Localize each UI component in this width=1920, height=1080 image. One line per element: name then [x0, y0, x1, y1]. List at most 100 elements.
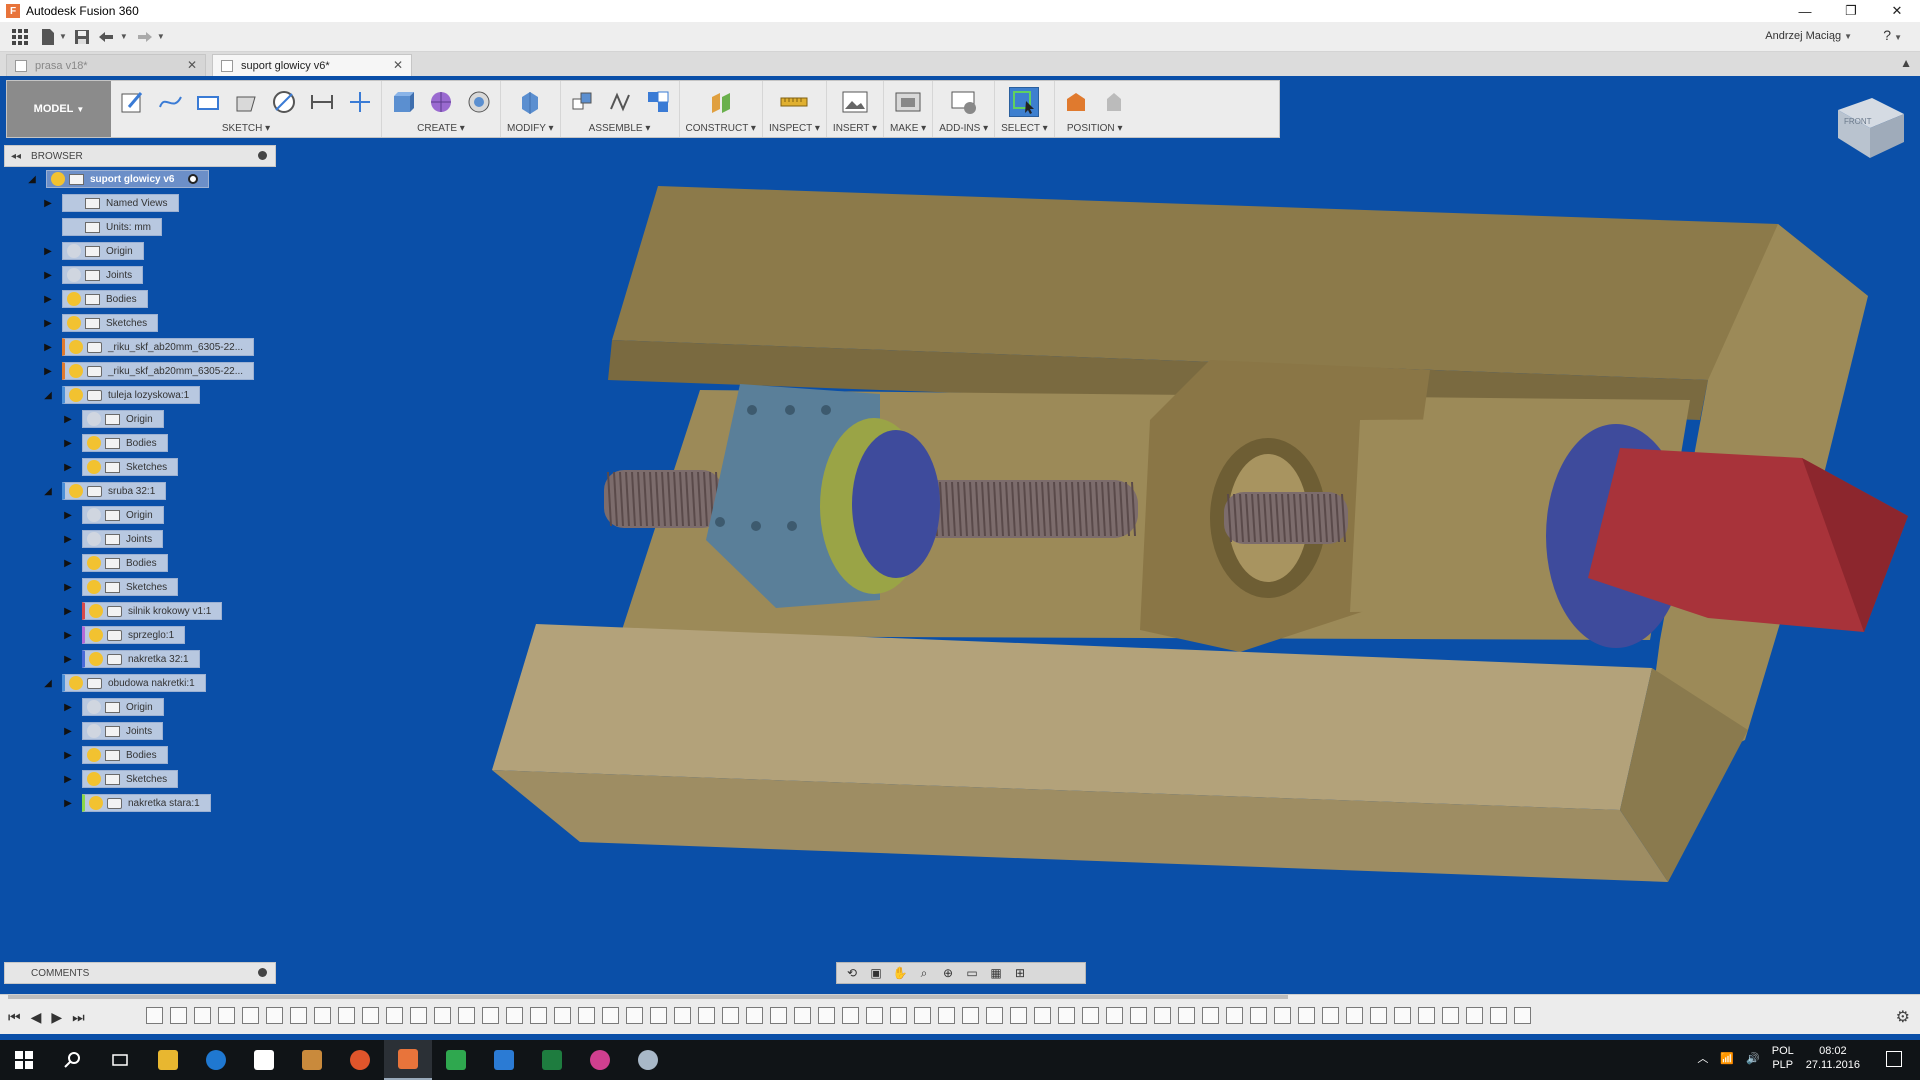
- user-menu[interactable]: Andrzej Maciąg ▼: [1765, 30, 1852, 42]
- press-pull-icon[interactable]: [515, 87, 545, 117]
- browser-node[interactable]: ◢ suport glowicy v6: [26, 170, 210, 188]
- close-tab-icon[interactable]: ✕: [393, 58, 403, 72]
- browser-node-body[interactable]: Joints: [82, 530, 164, 548]
- 3d-print-icon[interactable]: [893, 87, 923, 117]
- timeline-feature[interactable]: [938, 1007, 955, 1024]
- timeline-feature[interactable]: [194, 1007, 211, 1024]
- zoom-icon[interactable]: ⌕: [915, 965, 933, 981]
- browser-node-body[interactable]: Bodies: [62, 290, 148, 308]
- visibility-bulb-icon[interactable]: [89, 604, 103, 618]
- timeline-feature[interactable]: [1178, 1007, 1195, 1024]
- timeline-feature[interactable]: [770, 1007, 787, 1024]
- timeline-feature[interactable]: [818, 1007, 835, 1024]
- clock[interactable]: 08:02 27.11.2016: [1806, 1044, 1860, 1072]
- display-settings-icon[interactable]: ▭: [963, 965, 981, 981]
- visibility-bulb-icon[interactable]: [67, 220, 81, 234]
- go-to-end-icon[interactable]: ⏭: [72, 1009, 85, 1026]
- orbit-icon[interactable]: ⟲: [843, 965, 861, 981]
- group-label-select[interactable]: SELECT ▾: [1001, 123, 1048, 137]
- browser-node[interactable]: ▶ _riku_skf_ab20mm_6305-22...: [42, 362, 255, 380]
- browser-node-body[interactable]: suport glowicy v6: [46, 170, 210, 188]
- visibility-bulb-icon[interactable]: [67, 268, 81, 282]
- timeline-feature[interactable]: [482, 1007, 499, 1024]
- spline-icon[interactable]: [155, 87, 185, 117]
- comments-panel-header[interactable]: COMMENTS: [4, 962, 276, 984]
- browser-node-body[interactable]: Origin: [62, 242, 144, 260]
- volume-icon[interactable]: 🔊: [1746, 1052, 1760, 1065]
- timeline-feature[interactable]: [1154, 1007, 1171, 1024]
- timeline-feature[interactable]: [1034, 1007, 1051, 1024]
- visibility-bulb-icon[interactable]: [89, 652, 103, 666]
- browser-node-body[interactable]: obudowa nakretki:1: [62, 674, 206, 692]
- form-icon[interactable]: [426, 87, 456, 117]
- capture-position-icon[interactable]: [1061, 87, 1091, 117]
- browser-node[interactable]: Units: mm: [42, 218, 162, 236]
- browser-node[interactable]: ▶ Sketches: [62, 458, 179, 476]
- browser-node-body[interactable]: sprzeglo:1: [82, 626, 186, 644]
- browser-node[interactable]: ▶ Origin: [62, 698, 164, 716]
- visibility-bulb-icon[interactable]: [87, 700, 101, 714]
- timeline-feature[interactable]: [530, 1007, 547, 1024]
- browser-node-body[interactable]: Origin: [82, 698, 164, 716]
- restore-button[interactable]: ❐: [1828, 0, 1874, 22]
- expand-node-icon[interactable]: ▶: [42, 365, 54, 377]
- visibility-bulb-icon[interactable]: [87, 460, 101, 474]
- browser-node-body[interactable]: Named Views: [62, 194, 179, 212]
- timeline-feature[interactable]: [146, 1007, 163, 1024]
- visibility-bulb-icon[interactable]: [67, 244, 81, 258]
- timeline-feature[interactable]: [338, 1007, 355, 1024]
- timeline-feature[interactable]: [674, 1007, 691, 1024]
- browser-node-body[interactable]: Joints: [82, 722, 164, 740]
- search-icon[interactable]: [48, 1040, 96, 1080]
- expand-node-icon[interactable]: ▶: [62, 461, 74, 473]
- collapse-node-icon[interactable]: ◢: [26, 173, 38, 185]
- browser-node[interactable]: ▶ Sketches: [62, 578, 179, 596]
- timeline-feature[interactable]: [1370, 1007, 1387, 1024]
- visibility-bulb-icon[interactable]: [89, 628, 103, 642]
- visibility-bulb-icon[interactable]: [87, 436, 101, 450]
- browser-node[interactable]: ▶ silnik krokowy v1:1: [62, 602, 223, 620]
- viewports-icon[interactable]: ⊞: [1011, 965, 1029, 981]
- timeline-feature[interactable]: [602, 1007, 619, 1024]
- expand-node-icon[interactable]: ▶: [42, 341, 54, 353]
- timeline-scrollbar[interactable]: [8, 995, 1288, 999]
- timeline-feature[interactable]: [1082, 1007, 1099, 1024]
- timeline-feature[interactable]: [698, 1007, 715, 1024]
- help-icon[interactable]: ? ▼: [1883, 27, 1902, 43]
- browser-node-body[interactable]: sruba 32:1: [62, 482, 167, 500]
- language-indicator[interactable]: POL PLP: [1772, 1044, 1794, 1072]
- expand-node-icon[interactable]: ▶: [62, 509, 74, 521]
- timeline-feature[interactable]: [1106, 1007, 1123, 1024]
- browser-node-body[interactable]: Sketches: [82, 770, 179, 788]
- timeline-feature[interactable]: [650, 1007, 667, 1024]
- timeline-feature[interactable]: [914, 1007, 931, 1024]
- firefox-icon[interactable]: [336, 1040, 384, 1080]
- visibility-bulb-icon[interactable]: [87, 412, 101, 426]
- timeline-feature[interactable]: [890, 1007, 907, 1024]
- timeline-feature[interactable]: [866, 1007, 883, 1024]
- timeline-feature[interactable]: [1010, 1007, 1027, 1024]
- look-at-icon[interactable]: ▣: [867, 965, 885, 981]
- timeline-feature[interactable]: [1322, 1007, 1339, 1024]
- browser-node-body[interactable]: Bodies: [82, 746, 168, 764]
- timeline-feature[interactable]: [1514, 1007, 1531, 1024]
- browser-node[interactable]: ▶ nakretka 32:1: [62, 650, 200, 668]
- visibility-bulb-icon[interactable]: [51, 172, 65, 186]
- browser-node[interactable]: ▶ Joints: [62, 722, 164, 740]
- construction-line-icon[interactable]: [345, 87, 375, 117]
- file-menu-button[interactable]: ▼: [40, 24, 67, 50]
- browser-node-body[interactable]: nakretka stara:1: [82, 794, 211, 812]
- timeline-feature[interactable]: [170, 1007, 187, 1024]
- timeline-feature[interactable]: [962, 1007, 979, 1024]
- onenote-icon[interactable]: [480, 1040, 528, 1080]
- browser-panel-header[interactable]: ◂◂ BROWSER: [4, 145, 276, 167]
- undo-button[interactable]: ▼: [97, 24, 128, 50]
- visibility-bulb-icon[interactable]: [69, 388, 83, 402]
- browser-node[interactable]: ▶ Origin: [62, 410, 164, 428]
- fit-icon[interactable]: ⊕: [939, 965, 957, 981]
- dimension-icon[interactable]: [307, 87, 337, 117]
- expand-node-icon[interactable]: ▶: [62, 725, 74, 737]
- start-icon[interactable]: [0, 1040, 48, 1080]
- group-label-create[interactable]: CREATE ▾: [417, 123, 465, 137]
- timeline-feature[interactable]: [554, 1007, 571, 1024]
